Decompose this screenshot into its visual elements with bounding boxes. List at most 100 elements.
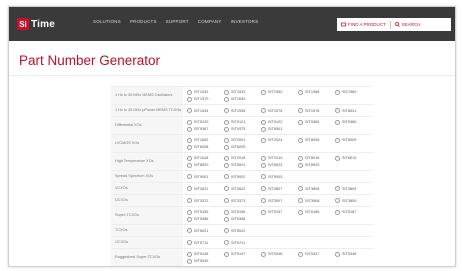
radio-button[interactable] xyxy=(224,186,229,191)
part-radio-option[interactable]: SIT1535 xyxy=(224,108,261,113)
part-radio-option[interactable]: SIT9367 xyxy=(187,126,224,132)
part-radio-option[interactable]: SIT5022 xyxy=(224,228,261,233)
radio-button[interactable] xyxy=(261,198,266,203)
radio-button[interactable] xyxy=(298,209,303,215)
part-radio-option[interactable]: SIT1630 xyxy=(224,96,261,102)
part-radio-option[interactable]: SIT8009 xyxy=(335,137,372,143)
part-radio-option[interactable]: SIT1552 xyxy=(261,89,298,95)
radio-button[interactable] xyxy=(224,155,229,161)
radio-button[interactable] xyxy=(187,162,192,168)
radio-button[interactable] xyxy=(187,108,192,113)
radio-button[interactable] xyxy=(187,258,192,264)
radio-button[interactable] xyxy=(224,108,229,113)
part-radio-option[interactable]: SIT3373 xyxy=(224,198,261,203)
part-radio-option[interactable]: SIT5346 xyxy=(261,251,298,257)
find-product-button[interactable]: FIND A PRODUCT xyxy=(337,22,390,27)
part-radio-option[interactable]: SIT3809 xyxy=(335,198,372,203)
nav-solutions[interactable]: SOLUTIONS xyxy=(93,19,121,24)
radio-button[interactable] xyxy=(335,251,340,257)
part-radio-option[interactable]: SIT1578 xyxy=(298,108,335,113)
radio-button[interactable] xyxy=(261,137,266,143)
radio-button[interactable] xyxy=(298,155,303,161)
part-radio-option[interactable]: SIT5146 xyxy=(187,251,224,257)
part-radio-option[interactable]: SIT5157 xyxy=(261,209,298,215)
part-radio-option[interactable]: SIT1533 xyxy=(224,89,261,95)
part-radio-option[interactable]: SIT9121 xyxy=(224,119,261,125)
radio-button[interactable] xyxy=(187,186,192,191)
part-radio-option[interactable]: SIT1602 xyxy=(187,137,224,143)
radio-button[interactable] xyxy=(335,137,340,143)
part-radio-option[interactable]: SIT9122 xyxy=(261,119,298,125)
radio-button[interactable] xyxy=(298,198,303,203)
part-radio-option[interactable]: SIT1532 xyxy=(187,89,224,95)
radio-button[interactable] xyxy=(261,162,266,168)
part-radio-option[interactable]: SIT1534 xyxy=(187,108,224,113)
part-radio-option[interactable]: SIT9365 xyxy=(298,119,335,125)
part-radio-option[interactable]: SIT8008 xyxy=(298,137,335,143)
part-radio-option[interactable]: SIT2001 xyxy=(224,137,261,143)
radio-button[interactable] xyxy=(187,89,192,95)
part-radio-option[interactable]: SIT9120 xyxy=(187,119,224,125)
radio-button[interactable] xyxy=(224,137,229,143)
nav-products[interactable]: PRODUCTS xyxy=(130,19,157,24)
radio-button[interactable] xyxy=(187,126,192,132)
radio-button[interactable] xyxy=(224,144,229,150)
radio-button[interactable] xyxy=(187,198,192,203)
part-radio-option[interactable]: SIT9375 xyxy=(224,126,261,132)
part-radio-option[interactable]: SIT8921 xyxy=(224,162,261,168)
radio-button[interactable] xyxy=(298,137,303,143)
part-radio-option[interactable]: SIT5721 xyxy=(224,240,261,245)
radio-button[interactable] xyxy=(224,216,229,222)
radio-button[interactable] xyxy=(298,186,303,191)
part-radio-option[interactable]: SIT9001 xyxy=(187,174,224,179)
part-radio-option[interactable]: SIT9003 xyxy=(261,174,298,179)
radio-button[interactable] xyxy=(335,89,340,95)
radio-button[interactable] xyxy=(224,174,229,179)
part-radio-option[interactable]: SIT5347 xyxy=(298,251,335,257)
part-radio-option[interactable]: SIT5358 xyxy=(224,216,261,222)
radio-button[interactable] xyxy=(335,119,340,125)
search-button[interactable]: SEARCH xyxy=(391,22,425,27)
radio-button[interactable] xyxy=(187,96,192,102)
radio-button[interactable] xyxy=(224,240,229,245)
part-radio-option[interactable]: SIT8925 xyxy=(298,162,335,168)
part-radio-option[interactable]: SIT1569 xyxy=(335,89,372,95)
radio-button[interactable] xyxy=(187,119,192,125)
part-radio-option[interactable]: SIT8924 xyxy=(261,162,298,168)
part-radio-option[interactable]: SIT2019 xyxy=(261,155,298,161)
radio-button[interactable] xyxy=(335,186,340,191)
part-radio-option[interactable]: SIT9501 xyxy=(261,126,298,132)
part-radio-option[interactable]: SIT5156 xyxy=(224,209,261,215)
radio-button[interactable] xyxy=(187,251,192,257)
part-radio-option[interactable]: SIT8918 xyxy=(298,155,335,161)
part-radio-option[interactable]: SIT3522 xyxy=(224,186,261,191)
part-radio-option[interactable]: SIT2018 xyxy=(224,155,261,161)
part-radio-option[interactable]: SIT5021 xyxy=(187,228,224,233)
radio-button[interactable] xyxy=(224,228,229,233)
radio-button[interactable] xyxy=(261,251,266,257)
radio-button[interactable] xyxy=(224,209,229,215)
radio-button[interactable] xyxy=(187,240,192,245)
part-radio-option[interactable]: SIT5186 xyxy=(298,209,335,215)
part-radio-option[interactable]: SIT8919 xyxy=(335,155,372,161)
sitime-logo[interactable]: Si Time xyxy=(17,17,55,31)
part-radio-option[interactable]: SIT5349 xyxy=(187,258,224,264)
radio-button[interactable] xyxy=(224,126,229,132)
radio-button[interactable] xyxy=(261,119,266,125)
part-radio-option[interactable]: SIT5711 xyxy=(187,240,224,245)
nav-company[interactable]: COMPANY xyxy=(198,19,222,24)
radio-button[interactable] xyxy=(261,108,266,113)
part-radio-option[interactable]: SIT8920 xyxy=(187,162,224,168)
part-radio-option[interactable]: SIT1568 xyxy=(298,89,335,95)
part-radio-option[interactable]: SIT3908 xyxy=(298,198,335,203)
radio-button[interactable] xyxy=(335,209,340,215)
part-radio-option[interactable]: SIT9366 xyxy=(335,119,372,125)
radio-button[interactable] xyxy=(298,108,303,113)
radio-button[interactable] xyxy=(335,155,340,161)
part-radio-option[interactable]: SIT1576 xyxy=(261,108,298,113)
radio-button[interactable] xyxy=(224,198,229,203)
radio-button[interactable] xyxy=(335,198,340,203)
radio-button[interactable] xyxy=(224,162,229,168)
part-radio-option[interactable]: SIT5356 xyxy=(187,216,224,222)
part-radio-option[interactable]: SIT8209 xyxy=(224,144,261,150)
